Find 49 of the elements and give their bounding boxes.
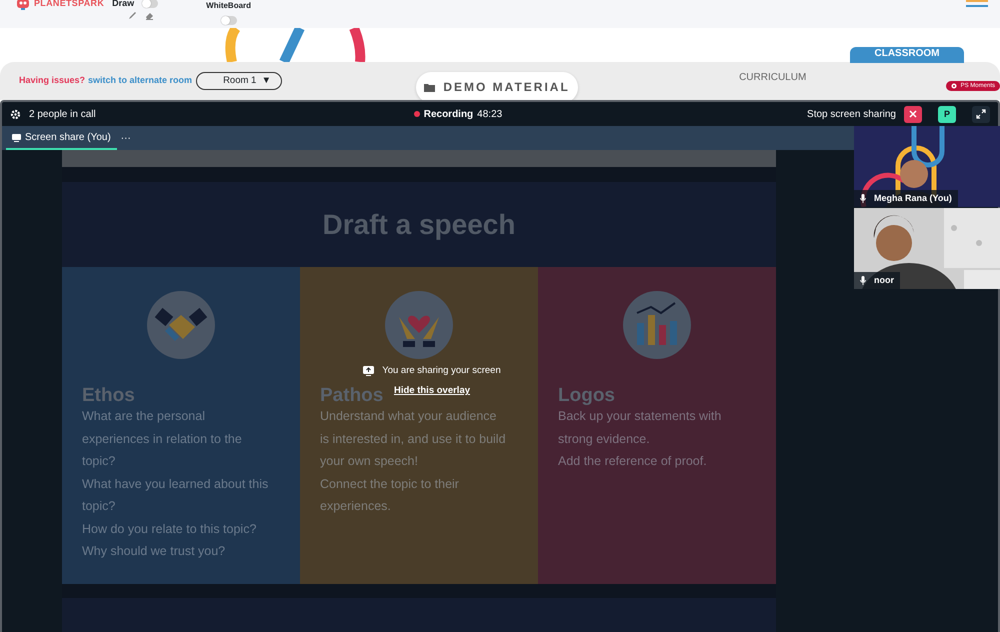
avatar-badge[interactable]: P xyxy=(938,106,956,122)
menu-tab[interactable]: DEMO MATERIAL xyxy=(416,72,578,102)
people-count: 2 people in call xyxy=(29,108,96,122)
name-label: Megha Rana (You) xyxy=(854,190,958,207)
whiteboard-label: WhiteBoard xyxy=(206,0,252,12)
monitor-icon xyxy=(12,134,21,142)
screen-share-icon xyxy=(363,366,374,376)
column-heading: Ethos xyxy=(82,386,135,406)
microphone-icon xyxy=(860,276,866,285)
name-label: noor xyxy=(854,272,900,289)
column-heading: Logos xyxy=(558,386,615,406)
room-select[interactable]: Room 1 ▼ xyxy=(196,72,282,90)
heart-hands-icon xyxy=(385,291,453,359)
column-paragraph: Understand what your audience is interested in, and use it to build your own speech! xyxy=(320,408,507,470)
close-icon xyxy=(908,109,918,119)
column-paragraph: What have you learned about this topic? xyxy=(82,476,270,515)
classroom-tab[interactable]: CLASSROOM xyxy=(850,47,964,63)
pencil-icon[interactable] xyxy=(128,10,138,20)
settings-icon[interactable] xyxy=(10,108,21,120)
draw-toggle[interactable] xyxy=(142,0,158,8)
issues-text: Having issues? xyxy=(19,74,86,88)
folder-icon xyxy=(424,82,436,92)
logo-text: PLANETSPARK xyxy=(34,0,104,10)
whiteboard-toggle[interactable] xyxy=(220,16,237,25)
microphone-icon xyxy=(860,194,866,203)
expand-icon xyxy=(976,109,986,119)
column-paragraph: Back up your statements with strong evidence. xyxy=(558,408,722,448)
hide-overlay-link[interactable]: Hide this overlay xyxy=(394,384,470,398)
stop-sharing-label: Stop screen sharing xyxy=(807,108,896,122)
column-paragraph: Connect the topic to their experiences. xyxy=(320,476,460,515)
column-paragraph: How do you relate to this topic? xyxy=(82,520,258,538)
fullscreen-button[interactable] xyxy=(972,106,990,122)
handshake-icon xyxy=(147,291,215,359)
more-options-icon[interactable]: ··· xyxy=(120,131,131,146)
column-heading: Pathos xyxy=(320,386,384,406)
column-paragraph: Why should we trust you? xyxy=(82,543,226,560)
eraser-icon[interactable] xyxy=(145,10,154,20)
sharing-notice: You are sharing your screen xyxy=(382,364,501,378)
chart-icon xyxy=(623,291,691,359)
column-paragraph: Add the reference of proof. xyxy=(558,453,708,470)
draw-label: Draw xyxy=(112,0,134,10)
recording-time: 48:23 xyxy=(477,108,502,122)
menu-tab[interactable]: CURRICULUM xyxy=(733,68,812,86)
menu-icon[interactable] xyxy=(966,0,988,8)
slide-title: Draft a speech xyxy=(322,208,516,242)
stop-sharing-button[interactable] xyxy=(904,106,922,122)
recording-label: Recording xyxy=(424,108,474,122)
column-paragraph: What are the personal experiences in relation to the topic? xyxy=(82,408,243,470)
gear-icon xyxy=(950,83,957,89)
